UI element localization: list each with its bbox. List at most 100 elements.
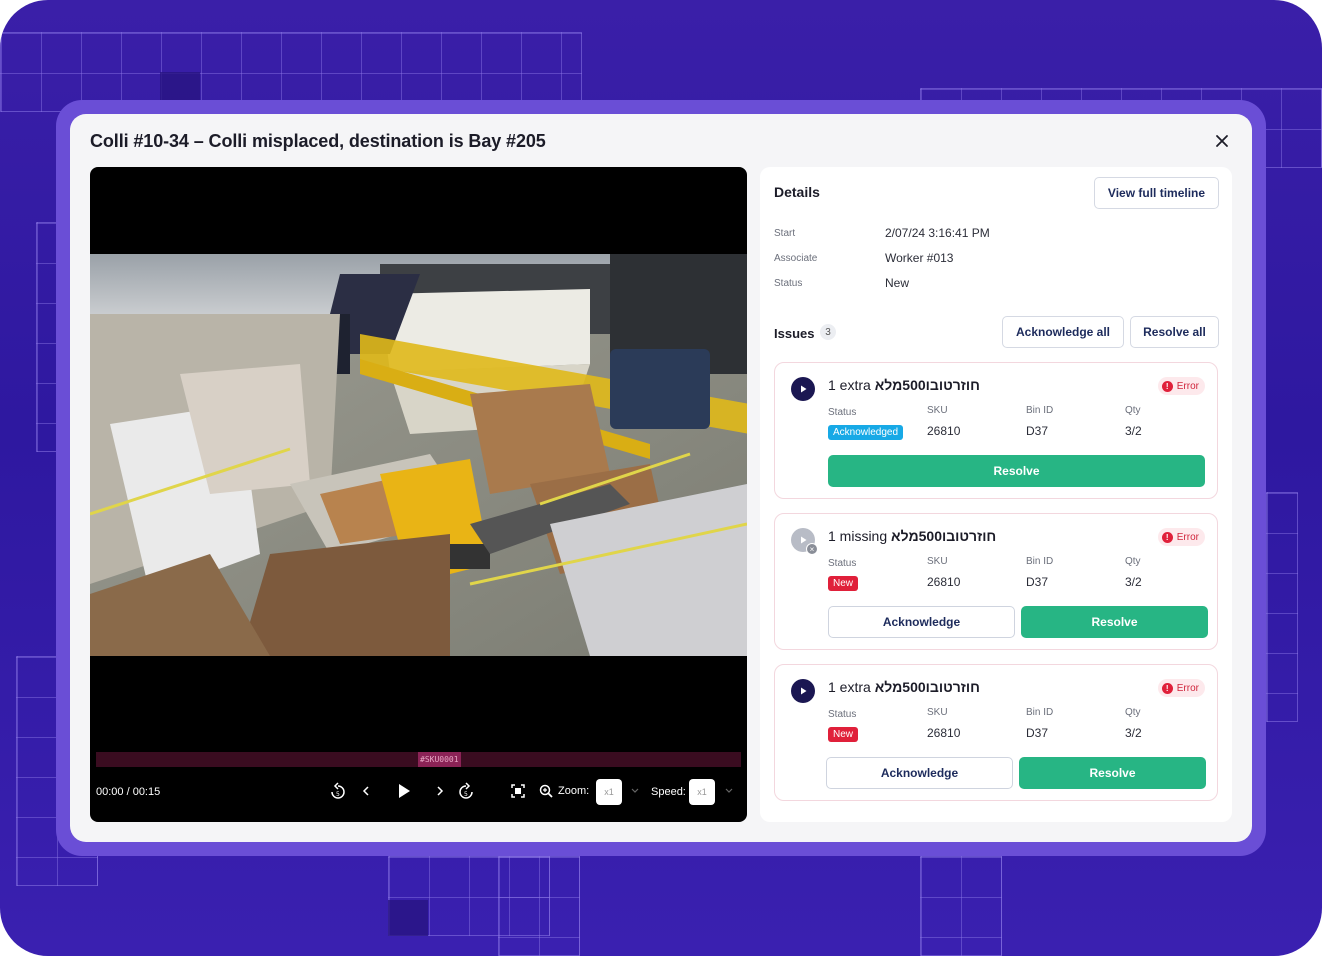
resolve-button[interactable]: Resolve	[1021, 606, 1208, 638]
issue-card: 1 extra חוזרטובו500מלא ! Error Status SK…	[774, 664, 1218, 801]
issue-title: 1 missing חוזרטובו500מלא	[828, 528, 996, 544]
sku-col-label: SKU	[927, 556, 948, 567]
play-issue-button[interactable]	[791, 377, 815, 401]
forward-5-icon: 5	[459, 782, 473, 799]
play-icon	[399, 784, 410, 798]
issue-product: חוזרטובו500מלא	[874, 679, 980, 695]
bin-col-label: Bin ID	[1026, 556, 1054, 567]
speed-select[interactable]: x1	[689, 779, 715, 805]
qty-value: 3/2	[1125, 424, 1142, 438]
video-timeline[interactable]: #SKU0001	[96, 752, 741, 767]
forward-5-button[interactable]: 5	[458, 782, 474, 800]
time-display: 00:00 / 00:15	[96, 786, 161, 798]
qty-col-label: Qty	[1125, 405, 1141, 416]
svg-text:5: 5	[336, 791, 340, 798]
resolve-button[interactable]: Resolve	[828, 455, 1205, 487]
details-panel: Details View full timeline Start 2/07/24…	[760, 167, 1232, 822]
error-badge: ! Error	[1157, 377, 1205, 395]
unavailable-icon: ×	[806, 543, 818, 555]
error-icon: !	[1161, 682, 1173, 694]
decor-grid	[36, 222, 58, 452]
issue-card: × 1 missing חוזרטובו500מלא ! Error Statu…	[774, 513, 1218, 650]
error-label: Error	[1176, 380, 1199, 392]
issue-title: 1 extra חוזרטובו500מלא	[828, 377, 980, 393]
qty-value: 3/2	[1125, 575, 1142, 589]
status-badge: New	[828, 576, 859, 591]
timeline-marker[interactable]: #SKU0001	[418, 752, 461, 767]
decor-grid	[498, 856, 580, 956]
close-button[interactable]	[1210, 129, 1234, 153]
speed-dropdown[interactable]	[724, 782, 734, 800]
details-title: Details	[774, 184, 820, 200]
rewind-5-button[interactable]: 5	[330, 782, 346, 800]
qty-value: 3/2	[1125, 726, 1142, 740]
fullscreen-button[interactable]	[510, 782, 526, 800]
next-button[interactable]	[435, 782, 445, 800]
start-value: 2/07/24 3:16:41 PM	[885, 226, 990, 240]
decor-grid	[920, 856, 1002, 956]
speed-label: Speed:	[651, 786, 686, 798]
error-badge: ! Error	[1157, 679, 1205, 697]
start-label: Start	[774, 228, 796, 239]
status-col-label: Status	[828, 709, 857, 720]
issues-label: Issues	[774, 326, 815, 341]
error-badge: ! Error	[1157, 528, 1205, 546]
error-label: Error	[1176, 682, 1199, 694]
sku-value: 26810	[927, 424, 961, 438]
zoom-dropdown[interactable]	[630, 782, 640, 800]
status-label: Status	[774, 278, 803, 289]
play-issue-button[interactable]	[791, 679, 815, 703]
associate-value: Worker #013	[885, 251, 954, 265]
sku-col-label: SKU	[927, 707, 948, 718]
zoom-select[interactable]: x1	[596, 779, 622, 805]
acknowledge-button[interactable]: Acknowledge	[826, 757, 1013, 789]
acknowledge-all-button[interactable]: Acknowledge all	[1002, 316, 1124, 348]
play-icon	[801, 385, 807, 393]
zoom-icon	[539, 784, 553, 798]
issue-product: חוזרטובו500מלא	[874, 377, 980, 393]
qty-col-label: Qty	[1125, 707, 1141, 718]
zoom-control[interactable]: Zoom:	[538, 782, 589, 800]
modal-title: Colli #10-34 – Colli misplaced, destinat…	[90, 131, 546, 151]
bin-value: D37	[1026, 726, 1049, 740]
issue-prefix: 1 extra	[828, 679, 875, 695]
status-badge: New	[828, 727, 859, 742]
sku-value: 26810	[927, 575, 961, 589]
error-label: Error	[1176, 531, 1199, 543]
issue-modal: Colli #10-34 – Colli misplaced, destinat…	[70, 114, 1252, 842]
previous-button[interactable]	[361, 782, 371, 800]
chevron-right-icon	[437, 786, 444, 796]
status-badge: Acknowledged	[828, 425, 904, 440]
chevron-down-icon	[631, 788, 639, 793]
issue-prefix: 1 missing	[828, 528, 892, 544]
decor-grid-cell	[388, 900, 428, 936]
sku-value: 26810	[927, 726, 961, 740]
warehouse-footage	[90, 254, 747, 656]
chevron-left-icon	[362, 786, 369, 796]
error-icon: !	[1161, 531, 1173, 543]
error-icon: !	[1161, 380, 1173, 392]
status-col-label: Status	[828, 407, 857, 418]
close-icon[interactable]	[1215, 134, 1229, 148]
play-icon	[801, 536, 807, 544]
bin-value: D37	[1026, 575, 1049, 589]
rewind-5-icon: 5	[331, 782, 345, 799]
status-value: New	[885, 276, 910, 290]
fullscreen-icon	[511, 784, 525, 798]
zoom-label: Zoom:	[558, 785, 590, 797]
chevron-down-icon	[725, 788, 733, 793]
resolve-button[interactable]: Resolve	[1019, 757, 1206, 789]
view-timeline-button[interactable]: View full timeline	[1094, 177, 1219, 209]
issue-product: חוזרטובו500מלא	[891, 528, 997, 544]
decor-grid	[1266, 492, 1298, 722]
play-icon	[801, 687, 807, 695]
video-frame-image	[90, 254, 747, 656]
acknowledge-button[interactable]: Acknowledge	[828, 606, 1015, 638]
issue-card: 1 extra חוזרטובו500מלא ! Error Status SK…	[774, 362, 1218, 499]
video-player[interactable]: #SKU0001 00:00 / 00:15 5 5 Zoom: x1 Spee…	[90, 167, 747, 822]
bin-col-label: Bin ID	[1026, 405, 1054, 416]
resolve-all-button[interactable]: Resolve all	[1130, 316, 1219, 348]
play-button[interactable]	[396, 782, 412, 800]
svg-text:5: 5	[464, 791, 468, 798]
video-controls: 00:00 / 00:15 5 5 Zoom: x1 Speed: x1	[90, 777, 747, 807]
